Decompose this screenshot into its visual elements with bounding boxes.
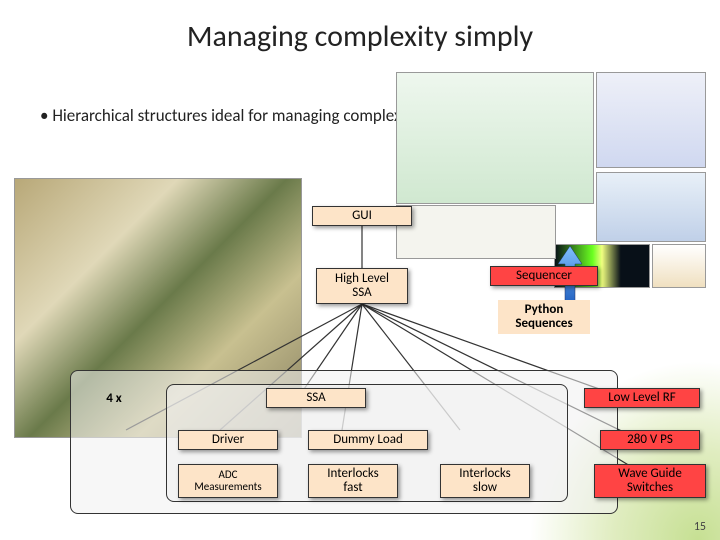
slide: Managing complexity simply Hierarchical … xyxy=(0,0,720,540)
python-box: Python Sequences xyxy=(498,300,590,334)
interlocks-fast-box: Interlocks fast xyxy=(308,464,398,498)
ps-box: 280 V PS xyxy=(600,430,700,450)
fourx-label: 4 x xyxy=(84,388,144,410)
control-panel-screenshot xyxy=(396,205,556,259)
small-plot xyxy=(652,244,706,288)
wgs-box: Wave Guide Switches xyxy=(594,464,706,498)
page-number: 15 xyxy=(694,520,706,534)
slide-title: Managing complexity simply xyxy=(0,18,720,55)
adc-box: ADC Measurements xyxy=(178,464,278,498)
gui-box: GUI xyxy=(312,206,412,226)
scada-screenshot xyxy=(396,72,594,204)
dummy-box: Dummy Load xyxy=(308,430,428,450)
plot-screenshot-2 xyxy=(596,172,706,242)
driver-box: Driver xyxy=(178,430,278,450)
llrf-box: Low Level RF xyxy=(584,388,700,408)
interlocks-slow-box: Interlocks slow xyxy=(440,464,530,498)
hlssa-box: High Level SSA xyxy=(316,268,408,304)
plot-screenshot-1 xyxy=(596,72,706,168)
sequencer-box: Sequencer xyxy=(490,266,598,286)
ssa-box: SSA xyxy=(266,388,366,408)
